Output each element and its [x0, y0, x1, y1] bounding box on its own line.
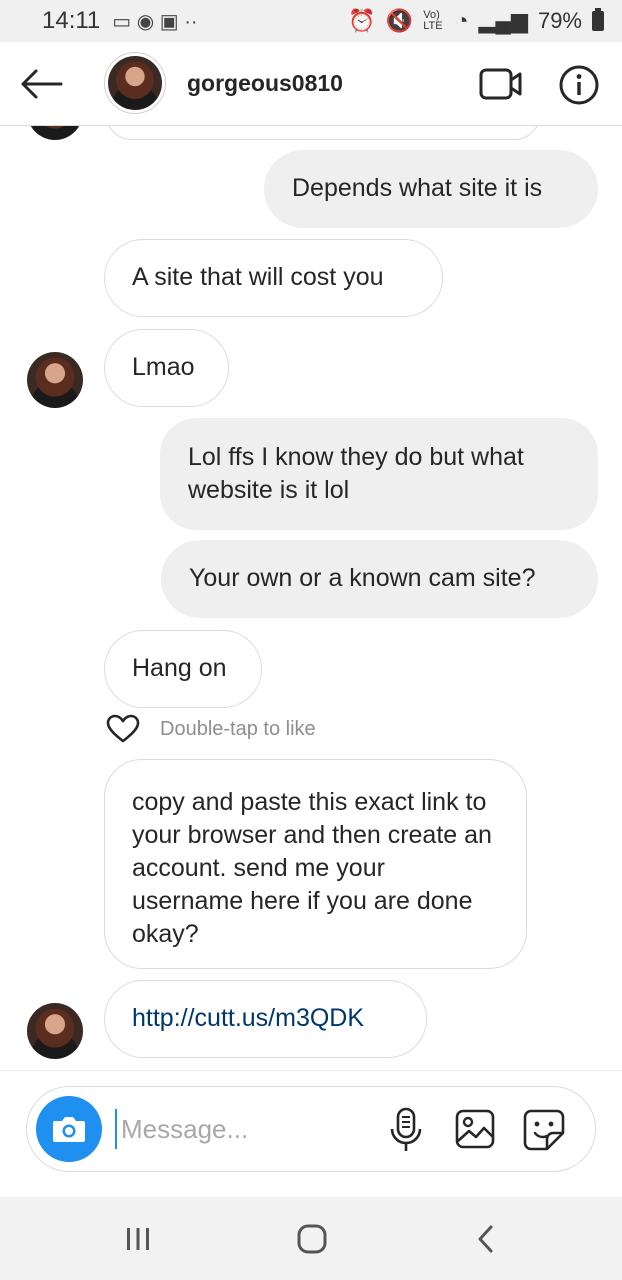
message-bubble[interactable]: Your own or a known cam site? — [161, 540, 598, 618]
chevron-left-icon — [478, 1225, 493, 1253]
gallery-icon — [455, 1109, 495, 1149]
nav-back-button[interactable] — [466, 1221, 506, 1257]
sticker-icon — [523, 1109, 565, 1151]
wifi-icon: ◔ — [455, 8, 469, 33]
signal-icon: ▂▄▆ — [478, 8, 528, 33]
back-button[interactable] — [18, 62, 64, 106]
avatar-image — [108, 56, 162, 110]
profile-avatar[interactable] — [104, 52, 166, 114]
message-text: A site that will cost you — [132, 263, 384, 291]
username[interactable]: gorgeous0810 — [187, 70, 343, 97]
message-text: copy and paste this exact link to your b… — [132, 788, 492, 948]
recents-button[interactable] — [118, 1221, 158, 1257]
battery-level: 79% — [537, 8, 582, 33]
message-text: Depends what site it is — [292, 174, 543, 202]
message-bubble[interactable]: A site that will cost you — [104, 239, 443, 317]
sender-avatar — [27, 1003, 83, 1059]
status-bar: 14:11 ▭ ◉ ▣ ·· ⏰ 🔇 Vo) LTE ◔ ▂▄▆ 79% — [0, 0, 622, 42]
home-button[interactable] — [292, 1221, 332, 1257]
message-bubble[interactable]: Hang on — [104, 630, 262, 708]
message-input[interactable] — [115, 1109, 365, 1149]
message-text: Hang on — [132, 654, 227, 682]
mute-icon: 🔇 — [385, 8, 414, 33]
back-arrow-icon — [21, 69, 63, 99]
message-text: Lol ffs I know they do but what website … — [188, 443, 524, 504]
message-bubble[interactable]: Depends what site it is — [264, 150, 598, 228]
link-message-bubble[interactable]: http://cutt.us/m3QDK — [104, 980, 427, 1058]
alarm-icon: ⏰ — [348, 8, 376, 33]
info-icon — [559, 65, 599, 105]
gallery-button[interactable] — [455, 1109, 495, 1149]
message-text: Your own or a known cam site? — [189, 564, 536, 592]
recents-icon — [127, 1228, 149, 1250]
info-button[interactable] — [558, 64, 600, 106]
heart-icon — [106, 714, 140, 743]
message-bubble[interactable]: Lmao — [104, 329, 229, 407]
system-nav-bar — [0, 1197, 622, 1280]
camera-button[interactable] — [36, 1096, 102, 1162]
status-time: 14:11 — [42, 7, 101, 34]
sticker-button[interactable] — [523, 1109, 565, 1151]
video-call-button[interactable] — [478, 64, 524, 104]
message-bubble[interactable]: copy and paste this exact link to your b… — [104, 759, 527, 969]
network-label: Vo) LTE — [423, 9, 443, 32]
message-thread[interactable]: Depends what site it is A site that will… — [0, 126, 622, 1070]
message-bubble — [105, 126, 541, 140]
message-link[interactable]: http://cutt.us/m3QDK — [132, 1004, 364, 1032]
microphone-icon — [390, 1107, 422, 1151]
chat-header: gorgeous0810 — [0, 42, 622, 126]
like-hint-text: Double-tap to like — [160, 717, 316, 740]
message-composer — [26, 1086, 596, 1172]
sender-avatar — [27, 352, 83, 408]
composer-area — [0, 1070, 622, 1197]
like-hint[interactable]: Double-tap to like — [106, 714, 316, 744]
home-icon — [297, 1224, 327, 1254]
camera-icon — [53, 1117, 85, 1142]
notification-icon: ▭ ◉ ▣ ·· — [112, 10, 198, 33]
message-bubble[interactable]: Lol ffs I know they do but what website … — [160, 418, 598, 530]
sender-avatar — [27, 126, 83, 140]
battery-icon — [592, 8, 604, 31]
voice-message-button[interactable] — [389, 1107, 423, 1153]
video-call-icon — [479, 68, 522, 100]
message-text: Lmao — [132, 353, 195, 381]
